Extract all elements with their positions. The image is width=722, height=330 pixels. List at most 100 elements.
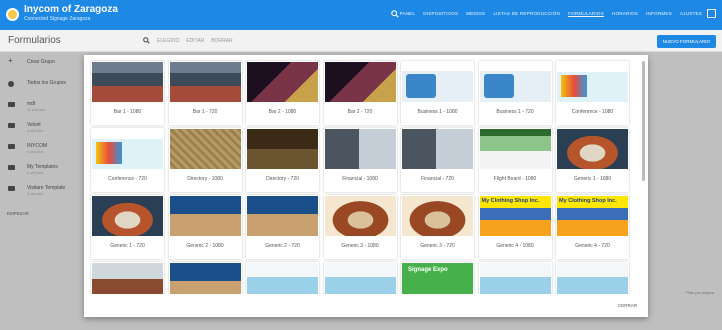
template-card[interactable]: Generic 3 - 1080 <box>323 195 397 259</box>
template-card[interactable]: Financial - 720 <box>401 128 474 192</box>
template-thumbnail <box>402 129 473 169</box>
template-card[interactable]: Generic 1 - 1080 <box>556 128 629 192</box>
template-name: Bar 2 - 1080 <box>268 109 297 115</box>
template-name: Directory - 720 <box>266 176 299 182</box>
template-thumbnail <box>324 129 396 169</box>
template-card[interactable]: Generic 3 - 720 <box>401 195 474 259</box>
template-card[interactable]: Business 1 - 720 <box>478 61 552 125</box>
template-card[interactable]: Bar 1 - 1080 <box>91 61 164 125</box>
template-thumbnail <box>247 129 318 169</box>
template-name: Generic 4 - 1080 <box>496 243 534 249</box>
template-name: Generic 4 - 720 <box>575 243 610 249</box>
template-card[interactable] <box>556 262 629 294</box>
template-card[interactable]: Directory - 1080 <box>168 128 242 192</box>
template-thumbnail <box>324 263 396 294</box>
template-card[interactable]: Conference - 720 <box>91 128 164 192</box>
nav-item-panel[interactable]: PANEL <box>400 11 416 16</box>
template-grid: Bar 1 - 1080 Bar 1 - 720 Bar 2 - 1080 Bar 2… <box>88 58 638 294</box>
tab-chosen[interactable]: ELEGIDO <box>157 38 179 44</box>
template-name: Generic 3 - 720 <box>420 243 455 249</box>
rows-per-page-label: Filas por página <box>685 290 714 295</box>
nav-item-informes[interactable]: INFORMES <box>646 11 672 16</box>
template-thumbnail: Signage Expo <box>402 263 473 294</box>
template-card[interactable]: Generic 2 - 720 <box>246 195 319 259</box>
template-card[interactable]: Signage Expo <box>401 262 474 294</box>
template-card[interactable] <box>168 262 242 294</box>
apps-icon[interactable] <box>707 9 716 18</box>
main-nav: PANEL DISPOSITIVOS MEDIOS LISTAS DE REPRODU… <box>400 11 702 16</box>
template-thumbnail <box>479 129 551 169</box>
template-thumbnail <box>169 129 241 169</box>
template-name: Flight Board - 1080 <box>493 176 537 182</box>
template-name: Business 1 - 1080 <box>417 109 458 115</box>
sub-header: Formularios ELEGIDO EDITAR BORRAR NUEVO … <box>0 30 722 52</box>
template-thumbnail <box>402 196 473 236</box>
template-card[interactable]: Bar 1 - 720 <box>168 61 242 125</box>
new-form-button[interactable]: NUEVO FORMULARIO <box>656 35 716 48</box>
template-name: Bar 2 - 720 <box>347 109 373 115</box>
template-card[interactable]: My Clothing Shop Inc. Generic 4 - 1080 <box>478 195 552 259</box>
template-thumbnail <box>247 196 318 236</box>
template-picker-dialog: Bar 1 - 1080 Bar 1 - 720 Bar 2 - 1080 Bar 2… <box>84 55 648 317</box>
thumbnail-overlay-text: My Clothing Shop Inc. <box>559 198 617 204</box>
template-name: Directory - 1080 <box>187 176 223 182</box>
template-card[interactable]: My Clothing Shop Inc. Generic 4 - 720 <box>556 195 629 259</box>
thumbnail-overlay-text: Signage Expo <box>408 267 448 273</box>
template-name: Generic 3 - 1080 <box>341 243 379 249</box>
nav-item-dispositivos[interactable]: DISPOSITIVOS <box>423 11 458 16</box>
nav-item-listas-de-reproducción[interactable]: LISTAS DE REPRODUCCIÓN <box>493 11 560 16</box>
template-name: Generic 1 - 720 <box>110 243 145 249</box>
template-card[interactable]: Generic 2 - 1080 <box>168 195 242 259</box>
template-thumbnail <box>557 129 628 169</box>
template-thumbnail <box>92 263 163 294</box>
template-name: Conference - 1080 <box>571 109 614 115</box>
template-name: Conference - 720 <box>108 176 147 182</box>
search-icon[interactable] <box>143 37 150 44</box>
nav-item-ajustes[interactable]: AJUSTES <box>680 11 702 16</box>
nav-item-horarios[interactable]: HORARIOS <box>612 11 638 16</box>
template-thumbnail <box>479 263 551 294</box>
template-card[interactable]: Conference - 1080 <box>556 61 629 125</box>
template-card[interactable] <box>323 262 397 294</box>
tab-edit[interactable]: EDITAR <box>186 38 204 44</box>
template-thumbnail <box>92 62 163 102</box>
template-card[interactable]: Bar 2 - 720 <box>323 61 397 125</box>
template-card[interactable]: Business 1 - 1080 <box>401 61 474 125</box>
template-card[interactable]: Bar 2 - 1080 <box>246 61 319 125</box>
template-thumbnail <box>169 263 241 294</box>
close-button[interactable]: CERRAR <box>618 303 637 308</box>
template-thumbnail <box>169 62 241 102</box>
search-icon[interactable] <box>391 10 399 18</box>
template-name: Generic 2 - 1080 <box>186 243 224 249</box>
app-bar: Inycom of Zaragoza Connected Signage Zar… <box>0 0 722 30</box>
template-thumbnail <box>169 196 241 236</box>
template-card[interactable] <box>91 262 164 294</box>
template-thumbnail <box>247 62 318 102</box>
tab-delete[interactable]: BORRAR <box>211 38 232 44</box>
template-name: Generic 2 - 720 <box>265 243 300 249</box>
search-bar[interactable]: ELEGIDO EDITAR BORRAR <box>143 37 233 44</box>
template-thumbnail <box>402 62 473 102</box>
template-card[interactable]: Financial - 1080 <box>323 128 397 192</box>
scrollbar[interactable] <box>642 61 645 181</box>
brand-title[interactable]: Inycom of Zaragoza <box>24 4 118 15</box>
template-thumbnail <box>247 263 318 294</box>
template-thumbnail <box>92 129 163 169</box>
nav-item-medios[interactable]: MEDIOS <box>466 11 485 16</box>
template-thumbnail <box>324 196 396 236</box>
template-card[interactable] <box>478 262 552 294</box>
template-thumbnail <box>92 196 163 236</box>
brand-subtitle: Connected Signage Zaragoza <box>24 16 91 22</box>
template-card[interactable] <box>246 262 319 294</box>
template-thumbnail: My Clothing Shop Inc. <box>557 196 628 236</box>
nav-item-formularios[interactable]: FORMULARIOS <box>568 11 604 16</box>
page-title: Formularios <box>8 35 61 46</box>
template-card[interactable]: Directory - 720 <box>246 128 319 192</box>
logo-icon[interactable] <box>6 8 19 21</box>
template-name: Business 1 - 720 <box>496 109 534 115</box>
template-name: Financial - 1080 <box>342 176 378 182</box>
template-name: Bar 1 - 720 <box>192 109 218 115</box>
template-card[interactable]: Generic 1 - 720 <box>91 195 164 259</box>
template-thumbnail: My Clothing Shop Inc. <box>479 196 551 236</box>
template-card[interactable]: Flight Board - 1080 <box>478 128 552 192</box>
